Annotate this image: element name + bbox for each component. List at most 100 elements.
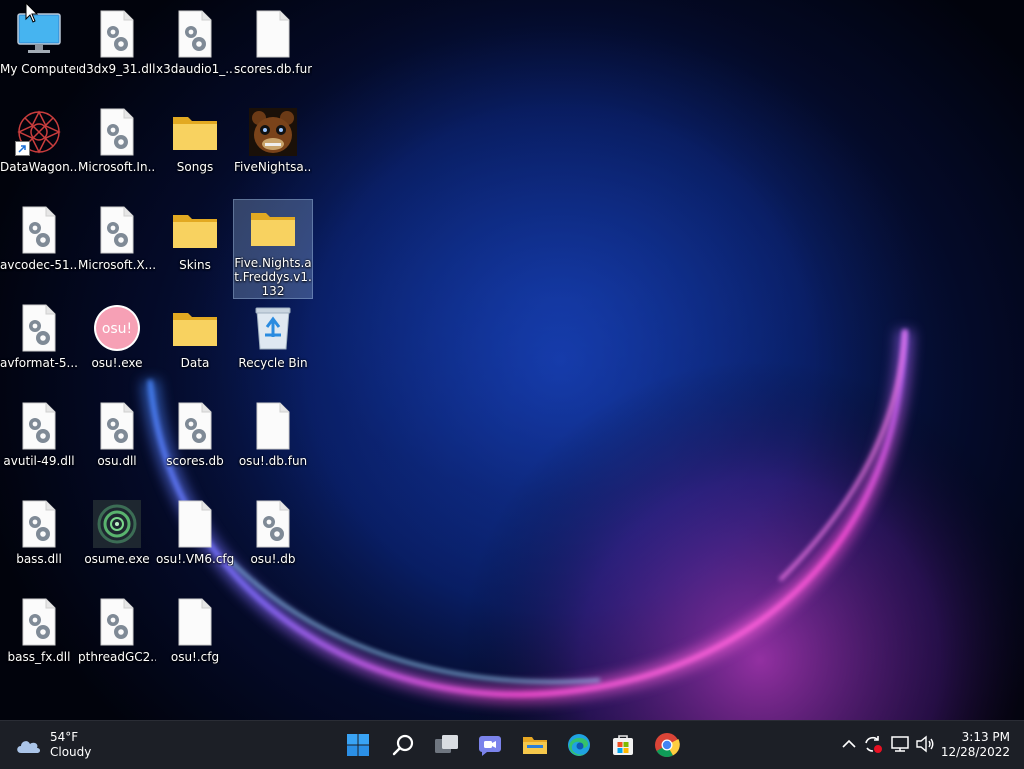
desktop-icon-label: pthreadGC2... xyxy=(78,650,156,664)
desktop-icon-osume-exe[interactable]: osume.exe xyxy=(78,496,156,590)
desktop-icon-d3dx9-31-dll[interactable]: d3dx9_31.dll xyxy=(78,6,156,100)
osume-icon xyxy=(93,500,141,548)
volume-button[interactable] xyxy=(914,733,936,755)
desktop-icon-label: osu!.cfg xyxy=(170,650,220,664)
desktop-icon-avutil-49-dll[interactable]: avutil-49.dll xyxy=(0,398,78,492)
dll-file-icon xyxy=(15,598,63,646)
desktop-icon-songs[interactable]: Songs xyxy=(156,104,234,198)
dll-file-icon xyxy=(249,500,297,548)
folder-icon xyxy=(171,206,219,254)
weather-widget[interactable]: 54°F Cloudy xyxy=(14,729,91,761)
chevron-up-icon xyxy=(842,739,856,748)
chat-button[interactable] xyxy=(474,729,506,761)
computer-icon xyxy=(15,10,63,58)
desktop-icon-microsoft-x[interactable]: Microsoft.X... xyxy=(78,202,156,296)
desktop-icon-label: osume.exe xyxy=(84,552,150,566)
dll-file-icon xyxy=(93,108,141,156)
sync-error-icon xyxy=(865,736,882,753)
desktop-icon-five-nights-at-freddys-v1-132[interactable]: Five.Nights.at.Freddys.v1.132 xyxy=(233,199,313,299)
dll-file-icon xyxy=(15,402,63,450)
desktop-icon-avcodec-51[interactable]: avcodec-51.... xyxy=(0,202,78,296)
store-button[interactable] xyxy=(607,729,639,761)
start-button[interactable] xyxy=(342,729,374,761)
dll-file-icon xyxy=(171,10,219,58)
freddy-icon xyxy=(249,108,297,156)
taskbar: 54°F Cloudy 3:13 PM 12/28/2022 xyxy=(0,720,1024,769)
desktop-icon-label: Five.Nights.at.Freddys.v1.132 xyxy=(234,256,312,298)
desktop-icon-scores-db[interactable]: scores.db xyxy=(156,398,234,492)
speaker-icon xyxy=(916,735,934,753)
desktop-icon-data[interactable]: Data xyxy=(156,300,234,394)
desktop-icon-label: avformat-5... xyxy=(0,356,78,370)
desktop-icon-osu-dll[interactable]: osu.dll xyxy=(78,398,156,492)
desktop-icon-label: osu.dll xyxy=(97,454,137,468)
task-view-button[interactable] xyxy=(431,729,463,761)
desktop-icon-label: Songs xyxy=(176,160,214,174)
sync-status-button[interactable] xyxy=(862,733,884,755)
desktop-icon-label: scores.db.fun xyxy=(234,62,312,76)
network-button[interactable] xyxy=(889,733,911,755)
blank-file-icon xyxy=(249,10,297,58)
desktop-icon-label: Recycle Bin xyxy=(238,356,308,370)
desktop-icon-bass-fx-dll[interactable]: bass_fx.dll xyxy=(0,594,78,688)
blank-file-icon xyxy=(171,598,219,646)
desktop-icon-avformat-5[interactable]: avformat-5... xyxy=(0,300,78,394)
desktop-icon-label: osu!.VM6.cfg xyxy=(156,552,234,566)
datawagon-icon xyxy=(15,108,63,156)
weather-temperature: 54°F xyxy=(50,730,79,744)
dll-file-icon xyxy=(15,304,63,352)
edge-button[interactable] xyxy=(563,729,595,761)
desktop-icon-bass-dll[interactable]: bass.dll xyxy=(0,496,78,590)
task-view-icon xyxy=(435,735,458,753)
desktop-icon-osu-exe[interactable]: osu! osu!.exe xyxy=(78,300,156,394)
desktop-icon-label: Skins xyxy=(179,258,211,272)
store-icon xyxy=(613,735,633,755)
folder-icon xyxy=(171,304,219,352)
desktop-icon-pthreadgc2[interactable]: pthreadGC2... xyxy=(78,594,156,688)
windows-logo-icon xyxy=(347,734,369,756)
clock-date: 12/28/2022 xyxy=(940,745,1010,759)
edge-icon xyxy=(568,734,590,756)
desktop-icon-x3daudio1[interactable]: x3daudio1_... xyxy=(156,6,234,100)
desktop-icon-label: Microsoft.In... xyxy=(78,160,156,174)
shortcut-arrow-icon xyxy=(15,141,30,156)
desktop-icon-label: DataWagon... xyxy=(0,160,78,174)
desktop-icon-label: bass_fx.dll xyxy=(7,650,71,664)
chrome-button[interactable] xyxy=(651,729,683,761)
desktop-icon-label: My Computer xyxy=(0,62,78,76)
search-button[interactable] xyxy=(387,729,419,761)
desktop-icon-label: d3dx9_31.dll xyxy=(78,62,156,76)
desktop-icon-label: bass.dll xyxy=(16,552,62,566)
desktop-icon-label: osu!.exe xyxy=(91,356,143,370)
desktop-icon-my-computer[interactable]: My Computer xyxy=(0,6,78,100)
desktop-icon-label: avutil-49.dll xyxy=(3,454,75,468)
desktop-icon-fivenightsa[interactable]: FiveNightsa... xyxy=(234,104,312,198)
chat-icon xyxy=(479,736,501,756)
desktop-icon-label: Microsoft.X... xyxy=(78,258,156,272)
blank-file-icon xyxy=(249,402,297,450)
show-hidden-icons-button[interactable] xyxy=(838,733,860,755)
file-explorer-button[interactable] xyxy=(519,729,551,761)
desktop-icon-osu-db-fun[interactable]: osu!.db.fun xyxy=(234,398,312,492)
desktop-icon-recycle-bin[interactable]: Recycle Bin xyxy=(234,300,312,394)
desktop-icon-osu-vm6-cfg[interactable]: osu!.VM6.cfg xyxy=(156,496,234,590)
desktop-icon-label: avcodec-51.... xyxy=(0,258,78,272)
desktop[interactable]: My Computer d3dx9_31.dll x3daudio1_... scor… xyxy=(0,0,1024,720)
dll-file-icon xyxy=(93,598,141,646)
folder-icon xyxy=(523,737,547,754)
dll-file-icon xyxy=(93,206,141,254)
dll-file-icon xyxy=(15,206,63,254)
desktop-icon-microsoft-in[interactable]: Microsoft.In... xyxy=(78,104,156,198)
desktop-icon-skins[interactable]: Skins xyxy=(156,202,234,296)
mouse-cursor-icon xyxy=(25,2,39,23)
clock[interactable]: 3:13 PM 12/28/2022 xyxy=(941,730,1010,760)
desktop-icon-osu-cfg[interactable]: osu!.cfg xyxy=(156,594,234,688)
network-icon xyxy=(891,736,909,752)
folder-icon xyxy=(171,108,219,156)
desktop-icon-datawagon[interactable]: DataWagon... xyxy=(0,104,78,198)
desktop-icon-osu-db[interactable]: osu!.db xyxy=(234,496,312,590)
desktop-icon-scores-db-fun[interactable]: scores.db.fun xyxy=(234,6,312,100)
osu-icon: osu! xyxy=(93,304,141,352)
desktop-icon-label: Data xyxy=(180,356,210,370)
dll-file-icon xyxy=(15,500,63,548)
